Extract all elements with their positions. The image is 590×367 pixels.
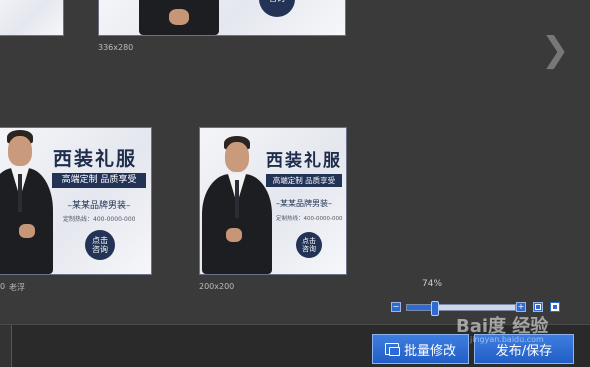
batch-edit-button[interactable]: 批量修改 xyxy=(372,334,469,364)
fit-screen-icon[interactable] xyxy=(533,302,543,312)
consult-button-graphic: 点击 咨询 xyxy=(296,232,322,258)
size-label-336x280: 336x280 xyxy=(98,43,134,52)
consult-button-graphic: 点击 咨询 xyxy=(85,230,115,260)
ad-phone: 定制热线：400-0000-000 xyxy=(276,216,343,222)
zoom-percent: 74% xyxy=(422,279,443,289)
ad-phone: 定制热线：400-0000-000 xyxy=(63,216,136,223)
ad-tagline: 高端定制 品质享受 xyxy=(52,173,146,188)
ad-brand: –某某品牌男装– xyxy=(276,199,332,208)
zoom-slider-handle[interactable] xyxy=(431,301,439,316)
thumbnail-background xyxy=(99,0,345,35)
bottom-left-panel xyxy=(0,325,12,367)
size-label-partial: 0 xyxy=(0,282,6,291)
chevron-right-icon[interactable]: ❯ xyxy=(541,30,570,70)
bottom-toolbar: 批量修改 发布/保存 xyxy=(0,324,590,367)
ad-thumbnail-top-left[interactable] xyxy=(0,0,64,36)
zoom-out-button[interactable]: − xyxy=(391,302,401,312)
thumbnail-background xyxy=(0,0,63,35)
zoom-slider[interactable] xyxy=(406,301,516,316)
actual-size-icon[interactable] xyxy=(550,302,560,312)
ad-title: 西装礼服 xyxy=(53,148,138,170)
publish-save-button[interactable]: 发布/保存 xyxy=(474,334,574,364)
ad-tagline: 高端定制 品质享受 xyxy=(266,174,342,187)
publish-save-label: 发布/保存 xyxy=(495,343,553,359)
size-label-200x200: 200x200 xyxy=(199,282,235,291)
batch-edit-label: 批量修改 xyxy=(403,343,456,359)
zoom-in-button[interactable]: + xyxy=(516,302,526,312)
ad-brand: –某某品牌男装– xyxy=(67,201,131,211)
ad-title: 西装礼服 xyxy=(266,151,342,171)
model-figure xyxy=(0,128,55,274)
zoom-slider-fill xyxy=(407,305,434,310)
windows-icon xyxy=(384,343,400,356)
ad-thumbnail-336x280[interactable]: 咨询 xyxy=(98,0,346,36)
model-figure xyxy=(139,0,219,35)
ad-thumbnail-partial[interactable]: 西装礼服 高端定制 品质享受 –某某品牌男装– 定制热线：400-0000-00… xyxy=(0,127,152,275)
ad-thumbnail-200x200[interactable]: 西装礼服 高端定制 品质享受 –某某品牌男装– 定制热线：400-0000-00… xyxy=(199,127,347,275)
model-figure xyxy=(200,128,274,274)
size-label-partial-2: 老浮 xyxy=(9,283,25,292)
